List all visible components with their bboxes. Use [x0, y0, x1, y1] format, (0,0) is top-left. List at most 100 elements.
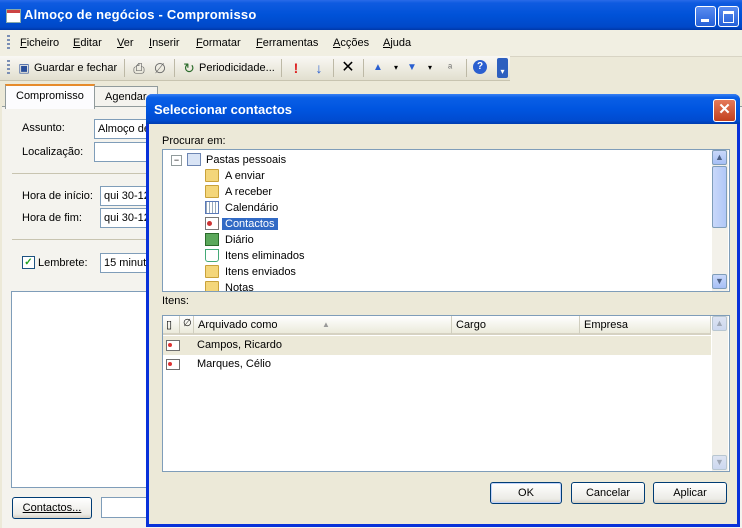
next-item-icon[interactable]: ▼: [404, 60, 420, 76]
recurrence-button[interactable]: Periodicidade...: [199, 62, 275, 74]
high-importance-icon[interactable]: !: [288, 60, 304, 76]
attach-icon[interactable]: ∅: [152, 60, 168, 76]
toolbar-separator: [124, 59, 125, 77]
items-label: Itens:: [162, 295, 189, 307]
previous-item-icon[interactable]: ▲: [370, 60, 386, 76]
col-job-label: Cargo: [456, 319, 486, 331]
save-icon[interactable]: ▣: [16, 60, 32, 76]
scroll-thumb[interactable]: [712, 166, 727, 228]
menu-formatar[interactable]: Formatar: [196, 37, 241, 49]
tree-item-a-receber[interactable]: A receber: [163, 184, 703, 200]
standard-toolbar: ▣ Guardar e fechar ⎙ ∅ ↻ Periodicidade..…: [0, 56, 510, 81]
print-icon[interactable]: ⎙: [131, 60, 147, 76]
folder-tree[interactable]: − Pastas pessoais A enviar A receber Cal…: [162, 149, 730, 292]
close-button[interactable]: ✕: [713, 99, 736, 122]
tree-root[interactable]: Pastas pessoais: [163, 152, 703, 168]
menu-ferramentas[interactable]: Ferramentas: [256, 37, 318, 49]
col-filed-as-label: Arquivado como: [198, 319, 278, 331]
col-attachment-header[interactable]: ∅: [180, 316, 194, 335]
low-importance-icon[interactable]: ↓: [311, 60, 327, 76]
col-filed-as-header[interactable]: Arquivado como ▲: [194, 316, 452, 335]
recurrence-icon[interactable]: ↻: [181, 60, 197, 76]
look-in-label: Procurar em:: [162, 135, 226, 147]
tree-item-label: Itens eliminados: [225, 250, 305, 262]
end-time-label: Hora de fim:: [22, 212, 82, 224]
tree-item-label-selected: Contactos: [222, 218, 278, 230]
start-date-value: qui 30-12: [104, 190, 150, 202]
delete-icon[interactable]: ✕: [340, 60, 356, 76]
tree-item-diario[interactable]: Diário: [163, 232, 703, 248]
menu-editar[interactable]: Editar: [73, 37, 102, 49]
help-icon[interactable]: ?: [473, 60, 487, 74]
select-contacts-dialog: Seleccionar contactos ✕ Procurar em: − P…: [146, 94, 740, 527]
cancel-button[interactable]: Cancelar: [571, 482, 645, 504]
tree-item-notas[interactable]: Notas: [163, 280, 703, 292]
toolbar-separator: [333, 59, 334, 77]
ok-button[interactable]: OK: [490, 482, 562, 504]
window-title: Almoço de negócios - Compromisso: [24, 7, 257, 22]
end-date-value: qui 30-12: [104, 212, 150, 224]
tree-item-label: Notas: [225, 282, 254, 292]
window-titlebar[interactable]: Almoço de negócios - Compromisso: [0, 0, 742, 30]
menu-ver[interactable]: Ver: [117, 37, 134, 49]
tree-scrollbar[interactable]: ▲ ▼: [712, 150, 728, 291]
divider: [12, 173, 152, 174]
journal-icon: [205, 233, 219, 246]
menu-ficheiro[interactable]: Ficheiro: [20, 37, 59, 49]
menu-ajuda[interactable]: Ajuda: [383, 37, 411, 49]
outbox-folder-icon: [205, 169, 219, 182]
location-label: Localização:: [22, 146, 84, 158]
toolbar-grip[interactable]: [7, 60, 10, 76]
save-and-close-button[interactable]: Guardar e fechar: [34, 62, 117, 74]
scroll-down-icon[interactable]: ▼: [712, 455, 727, 470]
scroll-down-icon[interactable]: ▼: [712, 274, 727, 289]
row-filed-as: Campos, Ricardo: [197, 339, 282, 351]
subject-label: Assunto:: [22, 122, 65, 134]
calendar-icon: [205, 201, 219, 214]
chevron-down-icon[interactable]: ▾: [388, 60, 404, 76]
menu-bar: Ficheiro Editar Ver Inserir Formatar Fer…: [0, 30, 742, 57]
tree-item-a-enviar[interactable]: A enviar: [163, 168, 703, 184]
start-time-label: Hora de início:: [22, 190, 93, 202]
reminder-checkbox[interactable]: ✓: [22, 256, 35, 269]
tree-item-itens-enviados[interactable]: Itens enviados: [163, 264, 703, 280]
apply-button[interactable]: Aplicar: [653, 482, 727, 504]
dialog-title: Seleccionar contactos: [154, 102, 292, 117]
menu-inserir[interactable]: Inserir: [149, 37, 180, 49]
table-row[interactable]: Marques, Célio: [163, 355, 711, 374]
tree-item-contactos[interactable]: Contactos: [163, 216, 703, 232]
contact-card-icon: [166, 359, 180, 370]
tree-item-itens-eliminados[interactable]: Itens eliminados: [163, 248, 703, 264]
sort-ascending-icon: ▲: [322, 320, 330, 329]
contacts-icon: [205, 217, 219, 230]
contacts-list[interactable]: ▯ ∅ Arquivado como ▲ Cargo Empresa Campo…: [162, 315, 730, 472]
items-scrollbar[interactable]: ▲ ▼: [712, 316, 728, 471]
tab-compromisso[interactable]: Compromisso: [5, 84, 95, 109]
col-company-header[interactable]: Empresa: [580, 316, 711, 335]
notes-folder-icon: [205, 281, 219, 291]
col-icon-header[interactable]: ▯: [163, 316, 180, 335]
inbox-folder-icon: [205, 185, 219, 198]
maximize-button[interactable]: [718, 6, 739, 27]
spelling-icon[interactable]: ᵃ: [442, 60, 458, 76]
menubar-grip[interactable]: [7, 35, 10, 51]
document-icon: ▯: [166, 319, 173, 331]
notes-body[interactable]: [11, 291, 155, 488]
deleted-items-icon: [205, 249, 219, 262]
table-row[interactable]: Campos, Ricardo: [163, 336, 711, 355]
contacts-button-label: Contactos...: [22, 502, 82, 514]
toolbar-separator: [466, 59, 467, 77]
toolbar-options-icon[interactable]: ▾: [497, 58, 508, 78]
tree-item-calendario[interactable]: Calendário: [163, 200, 703, 216]
scroll-up-icon[interactable]: ▲: [712, 316, 727, 331]
contacts-button[interactable]: Contactos...: [12, 497, 92, 519]
chevron-down-icon[interactable]: ▾: [422, 60, 438, 76]
menu-accoes[interactable]: Acções: [333, 37, 369, 49]
tree-item-label: Calendário: [225, 202, 279, 214]
contact-card-icon: [166, 340, 180, 351]
dialog-titlebar[interactable]: Seleccionar contactos ✕: [146, 94, 740, 124]
personal-folders-icon: [187, 153, 201, 166]
col-job-header[interactable]: Cargo: [452, 316, 580, 335]
minimize-button[interactable]: [695, 6, 716, 27]
scroll-up-icon[interactable]: ▲: [712, 150, 727, 165]
